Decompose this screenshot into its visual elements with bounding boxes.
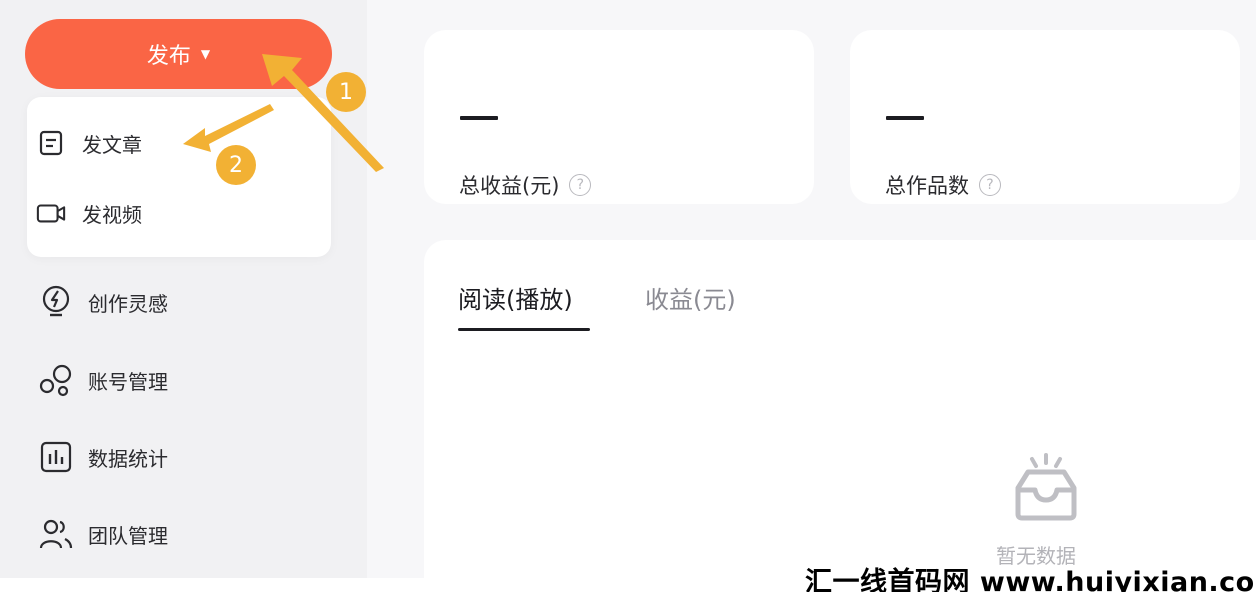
stat-label: 总收益(元): [459, 174, 560, 198]
publish-dropdown-menu: [27, 97, 331, 257]
question-circle-icon[interactable]: ?: [979, 174, 1001, 196]
stat-card-total-works: 总作品数 ?: [850, 30, 1240, 204]
stat-value-empty-dash: [886, 116, 924, 120]
sidebar-item-label: 团队管理: [88, 523, 168, 548]
publish-button[interactable]: 发布 ▼: [25, 19, 332, 89]
team-users-icon: [38, 516, 74, 552]
lightbulb-bolt-icon: [38, 284, 74, 320]
annotation-badge-1: 1: [326, 72, 366, 112]
publish-video-item[interactable]: 发视频: [36, 193, 142, 233]
annotation-badge-2: 2: [216, 145, 256, 185]
question-circle-icon[interactable]: ?: [569, 174, 592, 196]
watermark-text: 汇一线首码网 www.huiyixian.com: [805, 567, 1256, 592]
stat-card-total-earnings: 总收益(元) ?: [424, 30, 814, 204]
sidebar-item-team[interactable]: 团队管理: [38, 512, 168, 556]
stat-value-empty-dash: [460, 116, 498, 120]
document-icon: [36, 128, 66, 158]
sidebar-item-statistics[interactable]: 数据统计: [38, 435, 168, 479]
empty-inbox-icon: [1008, 452, 1084, 524]
publish-video-label: 发视频: [82, 202, 142, 227]
stat-label: 总作品数: [885, 174, 969, 198]
active-tab-indicator: [458, 328, 590, 331]
video-camera-icon: [36, 198, 66, 228]
sidebar-item-label: 账号管理: [88, 369, 168, 394]
publish-article-item[interactable]: 发文章: [36, 123, 142, 163]
bar-chart-icon: [38, 439, 74, 475]
tab-earnings[interactable]: 收益(元): [645, 280, 736, 315]
account-circles-icon: [38, 362, 74, 398]
sidebar-item-label: 创作灵感: [88, 291, 168, 316]
sidebar-item-label: 数据统计: [88, 446, 168, 471]
publish-article-label: 发文章: [82, 132, 142, 157]
sidebar-item-accounts[interactable]: 账号管理: [38, 358, 168, 402]
sidebar-item-inspiration[interactable]: 创作灵感: [38, 280, 168, 324]
publish-button-label: 发布: [146, 44, 191, 69]
tab-reads-plays[interactable]: 阅读(播放): [458, 280, 573, 315]
caret-down-icon: ▼: [200, 47, 211, 61]
